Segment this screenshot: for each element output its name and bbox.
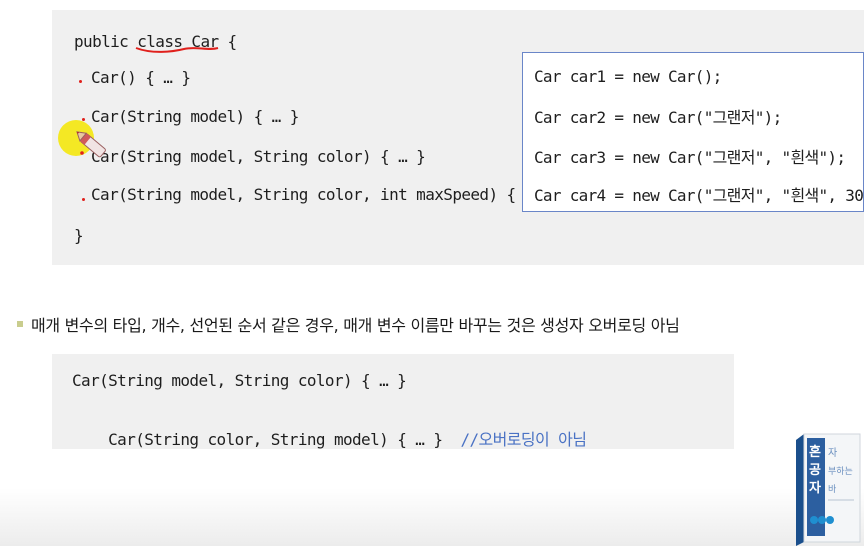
slide-footer-shade	[0, 488, 864, 546]
book-title-char: 혼	[809, 444, 821, 460]
code-line-constructor-2: Car(String model) { … }	[91, 107, 299, 126]
constructor-call-examples-box: Car car1 = new Car(); Car car2 = new Car…	[522, 52, 864, 212]
code-line-close-brace: }	[74, 226, 84, 245]
red-dot-mark	[82, 198, 85, 201]
red-dot-mark	[79, 80, 82, 83]
book-title-char: 자	[809, 481, 821, 496]
example-line-car3: Car car3 = new Car("그랜저", "흰색");	[534, 148, 846, 167]
overloading-note: 매개 변수의 타입, 개수, 선언된 순서 같은 경우, 매개 변수 이름만 바…	[17, 312, 680, 336]
code-line-param-order-2-code: Car(String color, String model) { … }	[108, 430, 443, 449]
bullet-square-icon	[17, 321, 23, 327]
code-line-param-order-1: Car(String model, String color) { … }	[72, 371, 407, 390]
code-line-constructor-1: Car() { … }	[91, 68, 191, 87]
book-cover-logo: 혼 공 자 자 부하는 바	[796, 433, 861, 546]
example-line-car1: Car car1 = new Car();	[534, 67, 722, 86]
red-underline-annotation	[135, 47, 219, 53]
book-subtitle: 자	[828, 447, 837, 459]
book-title-char: 공	[809, 463, 821, 478]
code-line-constructor-3: Car(String model, String color) { … }	[91, 147, 426, 166]
code-line-constructor-4: Car(String model, String color, int maxS…	[91, 185, 534, 204]
code-block-not-overloading: Car(String model, String color) { … } Ca…	[52, 354, 734, 449]
code-comment-not-overloading: //오버로딩이 아님	[460, 430, 587, 449]
code-line-param-order-2: Car(String color, String model) { … } //…	[72, 407, 587, 469]
example-line-car2: Car car2 = new Car("그랜저");	[534, 108, 782, 127]
book-subtitle: 바	[828, 484, 837, 495]
pen-cursor-icon	[58, 120, 106, 158]
overloading-note-text: 매개 변수의 타입, 개수, 선언된 순서 같은 경우, 매개 변수 이름만 바…	[31, 316, 680, 335]
example-line-car4: Car car4 = new Car("그랜저", "흰색", 300);	[534, 186, 864, 205]
book-subtitle: 부하는	[828, 466, 853, 477]
